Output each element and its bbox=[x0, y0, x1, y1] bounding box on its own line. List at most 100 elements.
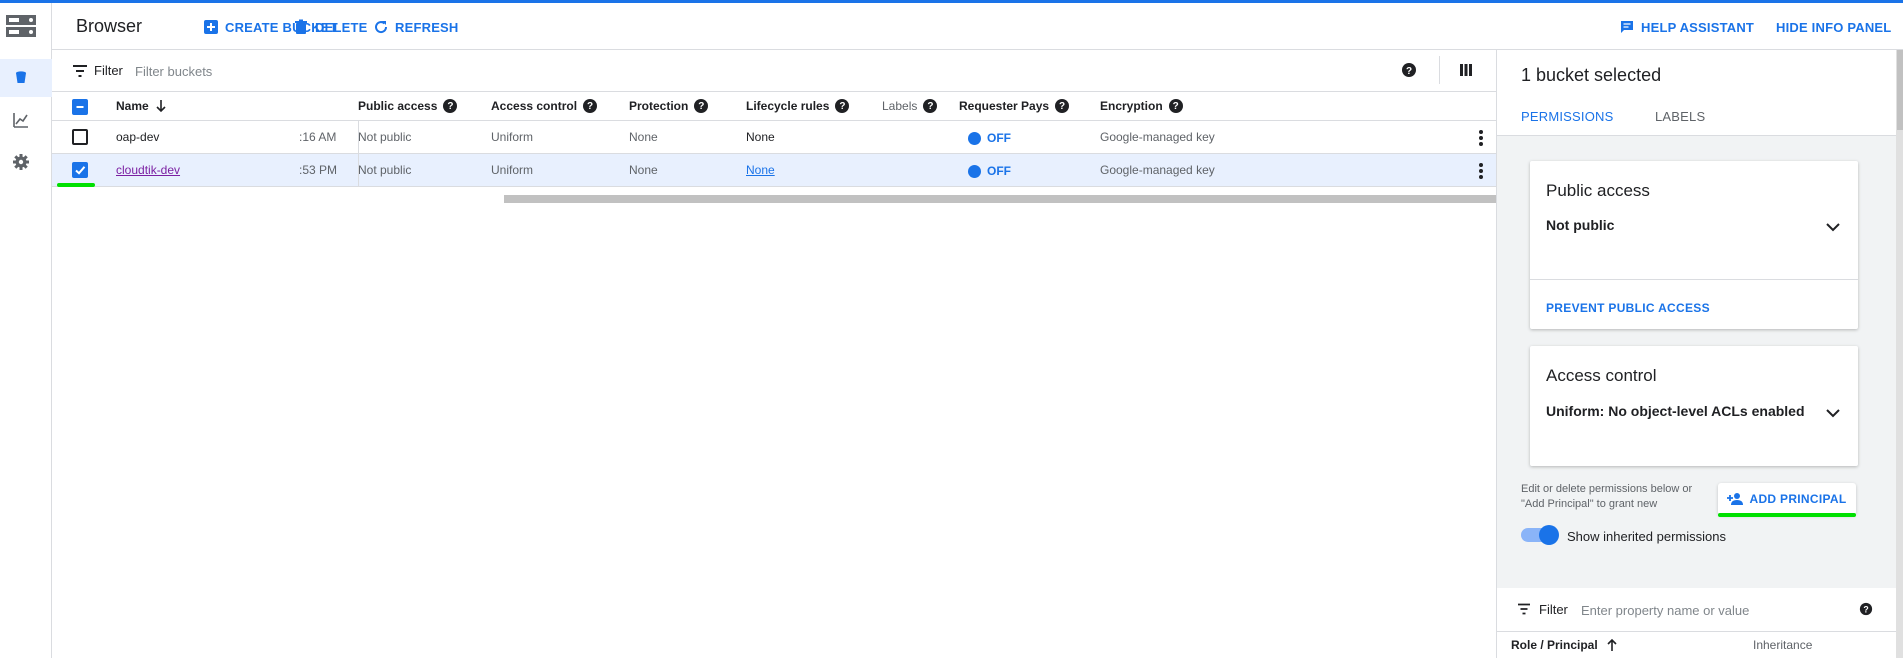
add-person-icon bbox=[1727, 493, 1744, 505]
created-time: :53 PM bbox=[299, 163, 338, 177]
protection-value: None bbox=[629, 163, 658, 177]
bucket-icon bbox=[16, 71, 26, 83]
info-panel: 1 bucket selected PERMISSIONS LABELS Pub… bbox=[1496, 50, 1903, 658]
access-control-value: Uniform bbox=[491, 130, 534, 144]
page-header: Browser CREATE BUCKET DELETE REFRESH HEL… bbox=[52, 3, 1903, 50]
filter-icon bbox=[1518, 603, 1530, 615]
filter-icon bbox=[73, 65, 87, 77]
show-inherited-label: Show inherited permissions bbox=[1567, 529, 1726, 544]
encryption-value: Google-managed key bbox=[1100, 130, 1215, 144]
trash-icon bbox=[295, 19, 307, 34]
card-title: Access control bbox=[1546, 366, 1657, 385]
permissions-filter-input[interactable] bbox=[1581, 601, 1841, 619]
column-header-public-access[interactable]: Public access? bbox=[358, 99, 458, 113]
access-control-value: Uniform bbox=[491, 163, 534, 177]
column-header-labels[interactable]: Labels? bbox=[882, 99, 938, 113]
filter-label: Filter bbox=[1539, 602, 1568, 617]
column-header-protection[interactable]: Protection? bbox=[629, 99, 709, 113]
nav-item-monitoring[interactable] bbox=[12, 111, 30, 129]
column-header-requester-pays[interactable]: Requester Pays? bbox=[959, 99, 1070, 113]
help-icon[interactable]: ? bbox=[694, 99, 709, 113]
bucket-filter-bar: Filter ? bbox=[52, 50, 1496, 92]
row-checkbox[interactable] bbox=[72, 129, 88, 145]
column-header-access-control[interactable]: Access control? bbox=[491, 99, 598, 113]
protection-value: None bbox=[629, 130, 658, 144]
card-value: Not public bbox=[1546, 217, 1615, 233]
status-dot-icon bbox=[968, 164, 981, 178]
column-header-name[interactable]: Name bbox=[116, 99, 167, 113]
requester-pays-toggle[interactable]: OFF bbox=[968, 131, 1011, 145]
permissions-help-text: Edit or delete permissions below or "Add… bbox=[1521, 483, 1693, 510]
refresh-icon bbox=[375, 21, 388, 34]
left-nav-rail bbox=[0, 3, 52, 658]
prevent-public-access-button[interactable]: PREVENT PUBLIC ACCESS bbox=[1546, 301, 1710, 315]
sort-descending-icon[interactable] bbox=[155, 99, 167, 113]
more-actions-icon[interactable] bbox=[1479, 163, 1483, 179]
add-box-icon bbox=[204, 20, 218, 34]
refresh-button[interactable]: REFRESH bbox=[373, 17, 459, 37]
tab-labels[interactable]: LABELS bbox=[1655, 109, 1705, 124]
created-time: :16 AM bbox=[299, 130, 337, 144]
help-icon[interactable]: ? bbox=[923, 99, 938, 113]
card-value: Uniform: No object-level ACLs enabled bbox=[1546, 403, 1805, 419]
help-icon[interactable]: ? bbox=[443, 99, 458, 113]
column-header-encryption[interactable]: Encryption? bbox=[1100, 99, 1183, 113]
highlight-underline bbox=[57, 183, 95, 187]
nav-item-settings[interactable] bbox=[12, 153, 30, 171]
add-principal-button[interactable]: ADD PRINCIPAL bbox=[1718, 483, 1856, 515]
toolbar-divider bbox=[1439, 56, 1440, 84]
bucket-name[interactable]: oap-dev bbox=[116, 130, 159, 144]
row-checkbox[interactable] bbox=[72, 162, 88, 178]
help-icon[interactable]: ? bbox=[1168, 99, 1183, 113]
chat-icon bbox=[1621, 21, 1633, 33]
permissions-table-header: Role / Principal Inheritance bbox=[1497, 632, 1896, 658]
frozen-column-divider bbox=[358, 121, 359, 187]
buckets-table: Name Public access? Access control? Prot… bbox=[52, 92, 1496, 187]
lifecycle-value: None bbox=[746, 130, 775, 144]
checkmark-icon bbox=[75, 166, 86, 175]
svg-text:?: ? bbox=[1863, 605, 1868, 615]
column-header-role-principal[interactable]: Role / Principal bbox=[1511, 638, 1618, 652]
chevron-down-icon[interactable] bbox=[1826, 222, 1840, 232]
hide-info-panel-button[interactable]: HIDE INFO PANEL bbox=[1776, 17, 1891, 37]
bucket-name-link[interactable]: cloudtik-dev bbox=[116, 163, 180, 177]
select-all-checkbox[interactable] bbox=[72, 99, 88, 115]
help-icon[interactable]: ? bbox=[1055, 99, 1070, 113]
filter-buckets-input[interactable] bbox=[135, 61, 535, 81]
column-header-lifecycle-rules[interactable]: Lifecycle rules? bbox=[746, 99, 850, 113]
requester-pays-toggle[interactable]: OFF bbox=[968, 164, 1011, 178]
lifecycle-link[interactable]: None bbox=[746, 163, 775, 177]
page-title: Browser bbox=[76, 16, 143, 36]
tab-permissions[interactable]: PERMISSIONS bbox=[1521, 109, 1614, 124]
column-header-inheritance[interactable]: Inheritance bbox=[1753, 638, 1812, 652]
help-icon[interactable]: ? bbox=[1859, 602, 1873, 616]
svg-text:?: ? bbox=[1406, 66, 1412, 77]
table-header-row: Name Public access? Access control? Prot… bbox=[52, 92, 1496, 121]
gear-icon bbox=[13, 154, 29, 170]
chevron-down-icon[interactable] bbox=[1826, 408, 1840, 418]
help-assistant-button[interactable]: HELP ASSISTANT bbox=[1619, 17, 1754, 37]
public-access-card: Public access Not public PREVENT PUBLIC … bbox=[1530, 161, 1858, 329]
table-row[interactable]: oap-dev :16 AM Not public Uniform None N… bbox=[52, 121, 1496, 154]
help-icon[interactable]: ? bbox=[583, 99, 598, 113]
card-title: Public access bbox=[1546, 181, 1650, 200]
encryption-value: Google-managed key bbox=[1100, 163, 1215, 177]
info-panel-scrollbar[interactable] bbox=[1896, 50, 1903, 658]
info-panel-title: 1 bucket selected bbox=[1521, 65, 1662, 85]
indeterminate-icon bbox=[76, 106, 84, 108]
filter-label: Filter bbox=[94, 63, 123, 78]
table-row[interactable]: cloudtik-dev :53 PM Not public Uniform N… bbox=[52, 154, 1496, 187]
storage-product-icon[interactable] bbox=[4, 13, 38, 39]
delete-button[interactable]: DELETE bbox=[293, 17, 367, 37]
column-display-icon[interactable] bbox=[1458, 62, 1474, 78]
sort-ascending-icon[interactable] bbox=[1606, 638, 1618, 652]
more-actions-icon[interactable] bbox=[1479, 130, 1483, 146]
tab-divider bbox=[1497, 135, 1896, 136]
help-icon[interactable]: ? bbox=[1401, 62, 1417, 78]
show-inherited-toggle[interactable] bbox=[1521, 525, 1559, 545]
help-icon[interactable]: ? bbox=[835, 99, 850, 113]
access-control-card: Access control Uniform: No object-level … bbox=[1530, 346, 1858, 466]
permissions-filter-bar: Filter ? bbox=[1497, 588, 1896, 632]
table-horizontal-scrollbar[interactable] bbox=[504, 195, 1496, 203]
nav-item-buckets[interactable] bbox=[0, 59, 52, 97]
